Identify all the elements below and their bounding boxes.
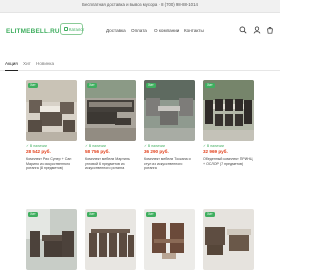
product-name[interactable]: Комплект мебели Мартиль угловой 6 предме… [85,157,136,171]
product-photo[interactable]: Хит [203,209,254,270]
product-price: 36 290 руб. [144,149,169,154]
catalog-button-label: Каталог [69,26,85,32]
nav-contacts[interactable]: Контакты [184,28,204,33]
stock-status: ✓ В наличии [203,144,224,148]
product-badge: Хит [205,212,215,217]
catalog-button[interactable]: Каталог [60,23,85,35]
product-badge: Хит [87,83,97,88]
stock-status: ✓ В наличии [144,144,165,148]
product-photo[interactable]: Хит [26,209,77,270]
nav-about[interactable]: О компании [154,28,179,33]
product-badge: Хит [146,212,156,217]
delivery-notice: Бесплатная доставка и вывоз мусора · 8 (… [82,2,198,7]
product-photo[interactable]: Хит [85,80,136,141]
product-badge: Хит [205,83,215,88]
nav-payment[interactable]: Оплата [131,28,147,33]
product-tabs: Акция Хит Новинка [0,58,280,71]
top-info-bar: Бесплатная доставка и вывоз мусора · 8 (… [0,0,280,13]
product-photo[interactable]: Хит [26,80,77,141]
product-photo[interactable]: Хит [203,80,254,141]
product-name[interactable]: Обеденный комплект ПРИНЦ + ОСЛОР (7 пред… [203,157,254,166]
product-badge: Хит [28,212,38,217]
product-badge: Хит [28,83,38,88]
stock-status: ✓ В наличии [85,144,106,148]
product-price: 32 969 руб. [203,149,228,154]
product-badge: Хит [87,212,97,217]
product-photo[interactable]: Хит [144,209,195,270]
product-photo[interactable]: Хит [144,80,195,141]
tab-sale[interactable]: Акция [5,61,18,71]
product-photo[interactable]: Хит [85,209,136,270]
user-icon[interactable] [253,26,261,34]
stock-status: ✓ В наличии [26,144,47,148]
product-price: 58 756 руб. [85,149,110,154]
cart-icon[interactable] [266,26,274,34]
product-name[interactable]: Комплект мебели Тоскана и стул из искусс… [144,157,195,171]
site-logo[interactable]: ELITMEBELL.RU [6,28,60,35]
product-name[interactable]: Комплект Рио Супер + Сан Марино из искус… [26,157,77,171]
search-icon[interactable] [239,26,247,34]
nav-delivery[interactable]: Доставка [106,28,126,33]
product-price: 28 542 руб. [26,149,51,154]
grid-icon [64,27,68,31]
tab-hit[interactable]: Хит [23,61,31,66]
product-badge: Хит [146,83,156,88]
tab-new[interactable]: Новинка [36,61,54,66]
